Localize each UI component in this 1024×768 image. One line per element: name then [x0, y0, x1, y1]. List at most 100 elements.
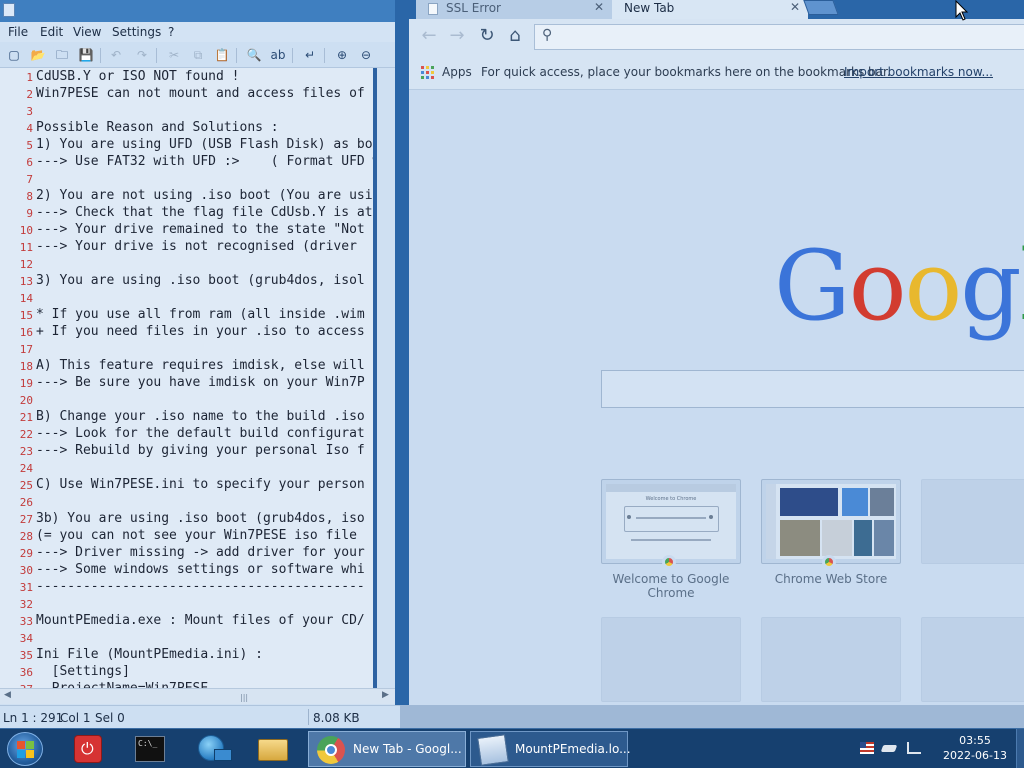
logo-letter: G: [774, 230, 851, 342]
menu-settings[interactable]: Settings: [112, 25, 161, 39]
import-bookmarks-link[interactable]: Import bookmarks now...: [844, 65, 993, 79]
logo-letter: g: [960, 230, 1021, 342]
apps-link[interactable]: Apps: [442, 65, 472, 79]
home-icon[interactable]: ⌂: [505, 25, 525, 46]
line-number: 28: [19, 530, 33, 543]
tab-ssl-error[interactable]: SSL Error ✕: [416, 0, 612, 19]
task-label: MountPEmedia.lo...: [515, 742, 631, 756]
line-number: 11: [19, 241, 33, 254]
status-column: Col 1: [60, 711, 91, 725]
line-number: 9: [26, 207, 33, 220]
close-tab-icon[interactable]: ✕: [594, 0, 604, 14]
text-editor[interactable]: 1 CdUSB.Y or ISO NOT found ! 2 Win7PESE can…: [0, 68, 373, 688]
cut-icon[interactable]: ✂: [166, 47, 182, 63]
new-file-icon[interactable]: ▢: [6, 47, 22, 63]
chrome-content: ← → ↻ ⌂ ⚲ Apps For quick access, place y…: [409, 19, 1024, 705]
address-bar[interactable]: ⚲: [534, 24, 1024, 50]
google-search-box[interactable]: [601, 370, 1024, 408]
notepad-icon: [477, 734, 509, 766]
forward-arrow-icon[interactable]: →: [447, 25, 467, 46]
line-number: 23: [19, 445, 33, 458]
text-line: [Settings]: [36, 664, 130, 679]
line-number: 34: [19, 632, 33, 645]
status-line: Ln 1 : 291: [3, 711, 64, 725]
close-tab-icon[interactable]: ✕: [790, 0, 800, 14]
text-line: + If you need files in your .iso to acce…: [36, 324, 365, 339]
horizontal-scrollbar[interactable]: ◀ ||| ▶: [0, 688, 395, 704]
zoom-out-icon[interactable]: ⊖: [358, 47, 374, 63]
chrome-toolbar: ← → ↻ ⌂ ⚲: [409, 19, 1024, 54]
text-line: 3) You are using .iso boot (grub4dos, is…: [36, 273, 365, 288]
text-line: ---> Some windows settings or software w…: [36, 562, 365, 577]
page-icon: [428, 3, 438, 15]
browse-icon[interactable]: 🗀: [54, 47, 70, 63]
command-prompt-icon[interactable]: C:\_: [127, 731, 181, 767]
scroll-right-icon[interactable]: ▶: [382, 690, 389, 700]
text-line: C) Use Win7PESE.ini to specify your pers…: [36, 477, 365, 492]
menu-help[interactable]: ?: [168, 25, 174, 39]
open-icon[interactable]: 📂: [30, 47, 46, 63]
menu-edit[interactable]: Edit: [40, 25, 63, 39]
line-number: 8: [26, 190, 33, 203]
text-line: 3b) You are using .iso boot (grub4dos, i…: [36, 511, 365, 526]
text-line: ----------------------------------------…: [36, 579, 365, 594]
file-explorer-icon[interactable]: [248, 731, 302, 767]
new-tab-button[interactable]: [803, 0, 839, 15]
logo-letter: o: [848, 230, 907, 342]
menu-view[interactable]: View: [73, 25, 101, 39]
scroll-left-icon[interactable]: ◀: [4, 690, 11, 700]
show-desktop-button[interactable]: [1016, 729, 1024, 768]
toolbar-separator: [236, 48, 237, 63]
text-line: ---> Your drive remained to the state "N…: [36, 222, 365, 237]
scroll-thumb-grip-icon[interactable]: |||: [240, 693, 248, 702]
tile-title[interactable]: Welcome to Google Chrome: [596, 572, 746, 600]
text-line: ProjectName=Win7PESE: [36, 681, 209, 688]
undo-icon[interactable]: ↶: [108, 47, 124, 63]
shutdown-icon[interactable]: ⏻: [62, 731, 116, 767]
line-number: 1: [26, 71, 33, 84]
bookmarks-hint: For quick access, place your bookmarks h…: [481, 65, 891, 79]
replace-icon[interactable]: ab: [270, 47, 286, 63]
bookmarks-bar: Apps For quick access, place your bookma…: [409, 54, 1024, 90]
zoom-in-icon[interactable]: ⊕: [334, 47, 350, 63]
line-number: 19: [19, 377, 33, 390]
system-tray: 03:55 2022-06-13: [855, 729, 1024, 768]
redo-icon[interactable]: ↷: [134, 47, 150, 63]
tab-label: New Tab: [624, 1, 675, 15]
language-flag-icon[interactable]: [860, 742, 874, 754]
copy-icon[interactable]: ⧉: [190, 47, 206, 63]
apps-grid-icon[interactable]: [421, 66, 435, 80]
logo-letter: l: [1020, 230, 1024, 342]
most-visited-tile[interactable]: [761, 479, 901, 564]
tile-title[interactable]: Chrome Web Store: [756, 572, 906, 586]
save-icon[interactable]: 💾: [78, 47, 94, 63]
start-button[interactable]: [7, 732, 43, 766]
reload-icon[interactable]: ↻: [477, 25, 497, 46]
tab-new-tab[interactable]: New Tab ✕: [612, 0, 808, 19]
find-icon[interactable]: 🔍: [246, 47, 262, 63]
network-icon[interactable]: [907, 742, 921, 754]
status-file-size: 8.08 KB: [313, 711, 360, 725]
line-number: 16: [19, 326, 33, 339]
menu-file[interactable]: File: [8, 25, 28, 39]
line-number: 2: [26, 88, 33, 101]
notepad-window: File Edit View Settings ? ▢ 📂 🗀 💾 ↶ ↷ ✂ …: [0, 0, 400, 728]
clock[interactable]: 03:55 2022-06-13: [935, 733, 1015, 763]
text-line: ---> Driver missing -> add driver for yo…: [36, 545, 365, 560]
drive-icon[interactable]: [880, 745, 898, 752]
notepad-title-bar[interactable]: [0, 0, 400, 22]
paste-icon[interactable]: 📋: [214, 47, 230, 63]
empty-tile: [921, 617, 1024, 702]
taskbar-button-chrome[interactable]: New Tab - Googl...: [308, 731, 466, 767]
toolbar-separator: [292, 48, 293, 63]
notepad-app-icon[interactable]: [3, 3, 15, 17]
network-globe-icon[interactable]: [186, 731, 240, 767]
line-number: 17: [19, 343, 33, 356]
text-line: ---> Your drive is not recognised (drive…: [36, 239, 357, 254]
wordwrap-icon[interactable]: ↵: [302, 47, 318, 63]
taskbar-button-notepad[interactable]: MountPEmedia.lo...: [470, 731, 631, 767]
most-visited-tile[interactable]: Welcome to Chrome: [601, 479, 741, 564]
line-number: 10: [19, 224, 33, 237]
text-line: MountPEmedia.exe : Mount files of your C…: [36, 613, 365, 628]
back-arrow-icon[interactable]: ←: [419, 25, 439, 46]
